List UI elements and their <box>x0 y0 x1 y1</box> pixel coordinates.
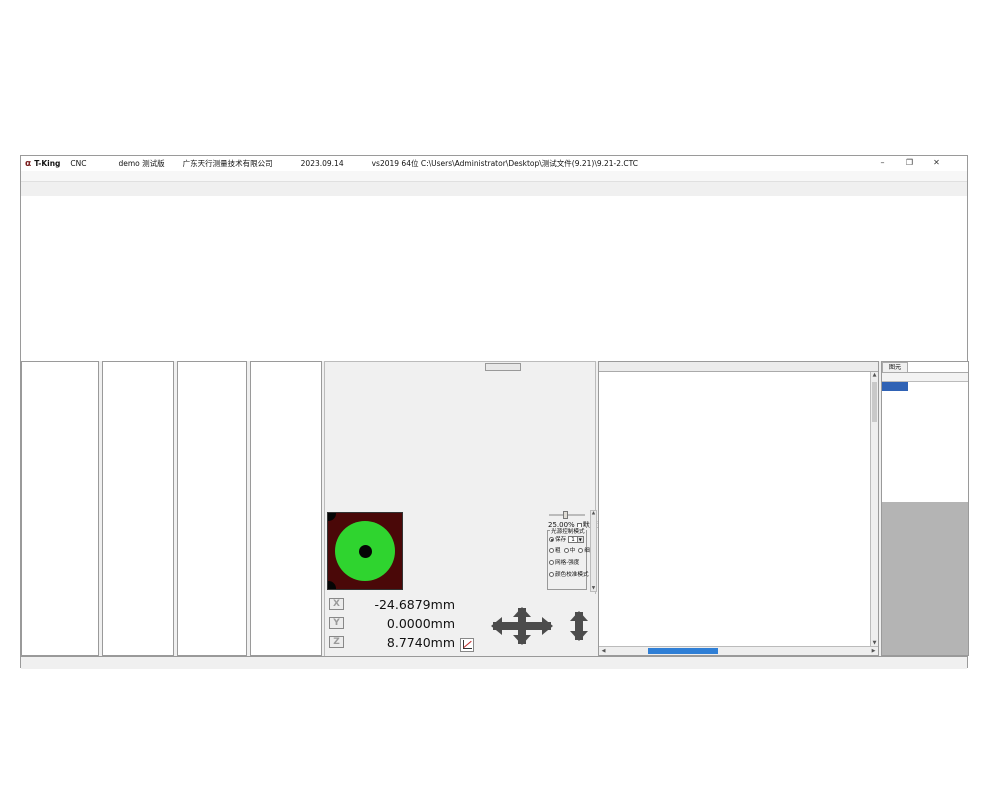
table-hscroll-thumb[interactable] <box>648 648 718 654</box>
coarse-label: 粗 <box>555 546 561 554</box>
camera-grid <box>21 196 967 361</box>
ring-light-center <box>359 545 372 558</box>
light-control-panel: 25.00% 默认当前模式 光源控制模式 保存 1 ▼ <box>325 510 597 592</box>
light-panel-scrollbar[interactable]: ▲ ▼ <box>590 510 597 592</box>
chart-button[interactable] <box>460 638 474 652</box>
minimize-button[interactable]: – <box>874 156 891 169</box>
work-area: 25.00% 默认当前模式 光源控制模式 保存 1 ▼ <box>21 361 967 656</box>
record-tabs <box>599 362 878 372</box>
selected-cell[interactable] <box>882 382 908 391</box>
title-bar: α T-King CNC demo 测试版 广东天行测量技术有限公司 2023.… <box>21 156 967 171</box>
status-bar <box>21 656 967 669</box>
menu-bar <box>21 171 967 182</box>
ring-light-control[interactable] <box>327 512 403 590</box>
light-mode-strip <box>405 512 421 590</box>
jog-xy-vertical-arrows[interactable] <box>518 608 526 644</box>
tool-row-2 <box>329 438 593 456</box>
tool-palette: 25.00% 默认当前模式 光源控制模式 保存 1 ▼ <box>324 361 596 656</box>
mid-label: 中 <box>570 546 576 554</box>
scroll-down-icon[interactable]: ▼ <box>591 586 596 591</box>
scroll-left-icon[interactable]: ◀ <box>599 648 608 654</box>
save-radio[interactable] <box>549 537 554 542</box>
app-name: T-King <box>34 159 60 168</box>
tool-row-3 <box>329 486 593 504</box>
y-axis-icon: Y <box>329 617 344 629</box>
light-settings-panel: 25.00% 默认当前模式 光源控制模式 保存 1 ▼ <box>547 510 597 592</box>
element-list-1[interactable] <box>21 361 99 656</box>
save-slot-combo[interactable]: 1 ▼ <box>568 536 584 543</box>
y-axis-value: 0.0000mm <box>350 616 455 631</box>
save-radio-label: 保存 <box>555 535 566 543</box>
jog-z-arrows[interactable] <box>575 608 583 644</box>
color-cal-radio[interactable] <box>549 572 554 577</box>
app-window: α T-King CNC demo 测试版 广东天行测量技术有限公司 2023.… <box>20 155 968 668</box>
element-list-4[interactable] <box>250 361 322 656</box>
x-axis-value: -24.6879mm <box>350 597 455 612</box>
element-detail-panel: 图元 <box>881 361 969 656</box>
grid-intensity-radio[interactable] <box>549 560 554 565</box>
mid-radio[interactable] <box>564 548 569 553</box>
measurement-record-panel: ▲ ▼ ◀ ▶ <box>598 361 879 656</box>
app-logo-icon: α <box>25 159 31 169</box>
light-sliders <box>423 512 545 590</box>
ring-corner-dot <box>327 512 336 521</box>
company-label: 广东天行测量技术有限公司 <box>183 158 273 169</box>
element-list-2[interactable] <box>102 361 174 656</box>
coarse-radio[interactable] <box>549 548 554 553</box>
ring-corner-dot <box>327 581 336 590</box>
detail-panel-empty-area <box>882 502 968 655</box>
tab-element[interactable]: 图元 <box>882 362 908 372</box>
jog-controls <box>483 602 593 650</box>
element-list-3[interactable] <box>177 361 247 656</box>
tool-row-1 <box>329 388 593 406</box>
main-toolbar <box>21 182 967 196</box>
save-slot-value: 1 <box>569 537 577 542</box>
z-axis-icon: Z <box>329 636 344 648</box>
palette-collapse-button[interactable] <box>485 363 521 371</box>
combo-dropdown-icon[interactable]: ▼ <box>577 537 583 542</box>
light-mode-group: 光源控制模式 保存 1 ▼ 粗 <box>547 530 587 590</box>
scroll-up-icon[interactable]: ▲ <box>871 372 878 378</box>
window-controls: – ❐ ✕ <box>874 156 955 169</box>
fine-radio[interactable] <box>578 548 583 553</box>
detail-table-header <box>882 373 968 382</box>
fine-label: 细 <box>584 546 590 554</box>
build-path-label: vs2019 64位 C:\Users\Administrator\Deskto… <box>372 158 638 169</box>
scroll-up-icon[interactable]: ▲ <box>591 511 596 516</box>
table-vscroll-thumb[interactable] <box>872 382 877 422</box>
master-brightness-slider[interactable] <box>549 514 585 516</box>
module-name: CNC <box>70 159 86 168</box>
z-axis-value: 8.7740mm <box>350 635 455 650</box>
scroll-right-icon[interactable]: ▶ <box>869 648 878 654</box>
grid-intensity-label: 网格-强度 <box>555 558 579 566</box>
table-horizontal-scrollbar[interactable]: ◀ ▶ <box>599 646 878 655</box>
date-label: 2023.09.14 <box>301 159 344 168</box>
light-mode-group-label: 光源控制模式 <box>550 527 586 535</box>
color-cal-label: 颜色校准模式 <box>555 570 589 578</box>
close-button[interactable]: ✕ <box>928 156 945 169</box>
desktop: α T-King CNC demo 测试版 广东天行测量技术有限公司 2023.… <box>0 0 1000 789</box>
edition-label: demo 测试版 <box>119 158 165 169</box>
measurement-table[interactable] <box>599 372 878 646</box>
dro-readout: X -24.6879mm Y 0.0000mm Z 8.7740mm <box>325 594 597 656</box>
maximize-button[interactable]: ❐ <box>901 156 918 169</box>
x-axis-icon: X <box>329 598 344 610</box>
table-vertical-scrollbar[interactable]: ▲ ▼ <box>870 372 878 646</box>
